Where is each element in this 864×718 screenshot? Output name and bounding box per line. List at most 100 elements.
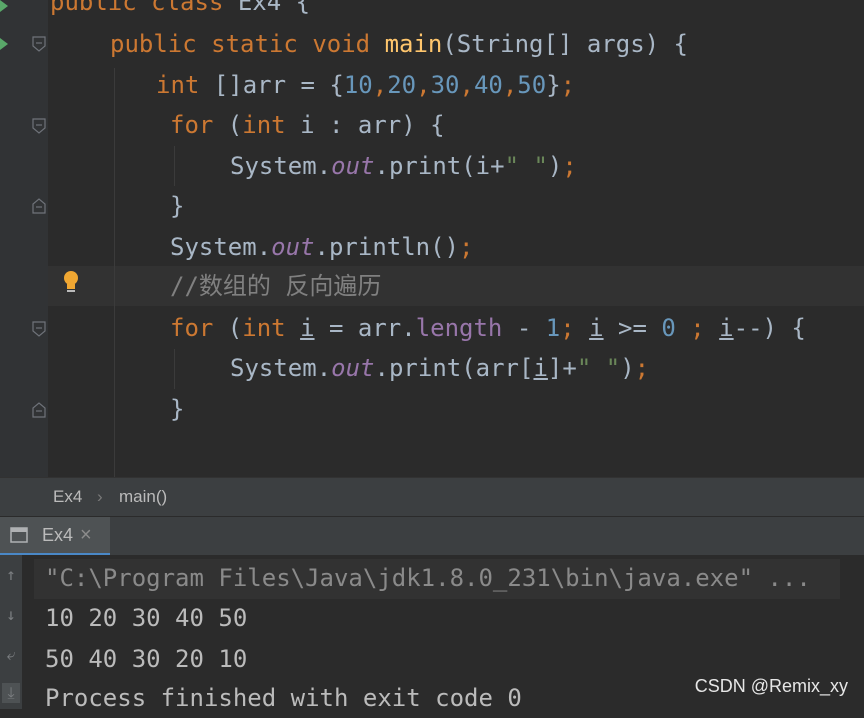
breadcrumb-separator: › <box>97 487 103 506</box>
scroll-up-icon[interactable]: ↑ <box>2 565 20 585</box>
close-icon[interactable]: × <box>80 524 92 547</box>
bulb-icon[interactable] <box>62 270 80 294</box>
fold-icon[interactable] <box>31 198 47 214</box>
number: 50 <box>517 71 547 99</box>
code-line-4[interactable]: for (int i : arr) { <box>170 105 445 145</box>
code-editor[interactable]: public class Ex4 { public static void ma… <box>0 0 864 477</box>
loop-variable: i <box>589 314 604 342</box>
run-gutter-icon[interactable] <box>0 0 8 12</box>
keyword: int <box>156 71 200 99</box>
fold-icon[interactable] <box>31 321 47 337</box>
scroll-end-icon[interactable]: ⤓ <box>2 683 20 703</box>
semicolon: ; <box>459 233 474 261</box>
brace: } <box>170 395 185 423</box>
semicolon: ; <box>634 354 650 382</box>
keyword: for <box>170 111 214 139</box>
indent-guide <box>174 146 175 186</box>
code-line-10[interactable]: System.out.print(arr[i]+" "); <box>230 348 649 388</box>
identifier: System. <box>230 354 332 382</box>
keyword: void <box>312 30 371 58</box>
call: .println() <box>314 233 460 261</box>
number: 0 <box>661 314 676 342</box>
operator: --) { <box>733 314 806 342</box>
fold-icon[interactable] <box>31 402 47 418</box>
code-line-7[interactable]: System.out.println(); <box>170 227 473 267</box>
run-tab[interactable]: Ex4 × <box>0 517 110 556</box>
semicolon: ; <box>560 314 575 342</box>
indent-guide <box>114 68 115 477</box>
number: 40 <box>473 71 503 99</box>
call: ]+ <box>547 354 577 382</box>
call: .print(i+ <box>374 152 505 180</box>
run-gutter-icon[interactable] <box>0 38 8 50</box>
loop-header: i : arr) { <box>285 111 445 139</box>
semicolon: ; <box>675 314 705 342</box>
brace: } <box>170 192 185 220</box>
console-output-line: 10 20 30 40 50 <box>45 604 248 632</box>
keyword: public <box>110 30 197 58</box>
code-line-1[interactable]: public class Ex4 { <box>50 0 310 22</box>
breadcrumb-method[interactable]: main() <box>119 487 167 507</box>
code-line-3[interactable]: int []arr = {10,20,30,40,50}; <box>156 65 575 105</box>
semicolon: ; <box>562 152 577 180</box>
field: length <box>415 314 503 342</box>
keyword: int <box>242 111 286 139</box>
string-literal: " " <box>576 354 621 382</box>
keyword: class <box>151 0 224 16</box>
console-exit-message: Process finished with exit code 0 <box>45 684 522 712</box>
keyword: int <box>242 314 286 342</box>
number: 1 <box>545 314 561 342</box>
scroll-down-icon[interactable]: ↓ <box>2 605 20 625</box>
string-literal: " " <box>504 152 548 180</box>
code-line-8[interactable]: //数组的 反向遍历 <box>170 266 381 306</box>
number: 30 <box>430 71 460 99</box>
params: (String[] args) { <box>442 30 688 58</box>
indent-guide <box>174 349 175 389</box>
code-line-5[interactable]: System.out.print(i+" "); <box>230 146 577 186</box>
semicolon: ; <box>560 71 576 99</box>
watermark: CSDN @Remix_xy <box>694 676 848 696</box>
identifier: System. <box>170 233 272 261</box>
brace: } <box>546 71 561 99</box>
run-tab-label: Ex4 <box>42 525 74 545</box>
run-toolbar: Ex4 × <box>0 516 864 556</box>
paren: ) <box>547 152 563 180</box>
breadcrumb: Ex4 › main() <box>0 477 864 517</box>
breadcrumb-class[interactable]: Ex4 <box>53 487 82 507</box>
loop-variable: i <box>719 314 734 342</box>
number: 20 <box>387 71 417 99</box>
operator: >= <box>603 314 662 342</box>
fold-icon[interactable] <box>31 36 47 52</box>
keyword: static <box>211 30 298 58</box>
code-line-2[interactable]: public static void main(String[] args) { <box>110 24 688 64</box>
keyword: public <box>50 0 137 16</box>
static-field: out <box>331 354 375 382</box>
loop-variable: i <box>533 354 548 382</box>
loop-variable: i <box>300 314 315 342</box>
console-command: "C:\Program Files\Java\jdk1.8.0_231\bin\… <box>45 564 811 592</box>
assignment: = arr. <box>314 314 416 342</box>
class-name: Ex4 <box>237 0 282 16</box>
declaration: []arr = { <box>199 71 344 99</box>
paren: ( <box>213 314 243 342</box>
run-tab-icon <box>10 527 28 543</box>
code-line-6[interactable]: } <box>170 186 184 226</box>
soft-wrap-icon[interactable]: ⤶ <box>2 645 20 665</box>
code-line-9[interactable]: for (int i = arr.length - 1; i >= 0 ; i-… <box>170 308 806 348</box>
fold-icon[interactable] <box>31 118 47 134</box>
console-output-line: 50 40 30 20 10 <box>45 645 248 673</box>
paren: ( <box>213 111 243 139</box>
identifier: System. <box>230 152 332 180</box>
method-name: main <box>384 30 443 58</box>
code-line-11[interactable]: } <box>170 389 184 429</box>
brace: { <box>281 0 311 16</box>
static-field: out <box>331 152 375 180</box>
keyword: for <box>170 314 214 342</box>
comment: //数组的 反向遍历 <box>170 272 382 300</box>
operator: - <box>502 314 546 342</box>
console-toolbar: ↑ ↓ ⤶ ⤓ <box>0 555 22 709</box>
paren: ) <box>620 354 635 382</box>
number: 10 <box>343 71 373 99</box>
call: .print(arr[ <box>374 354 534 382</box>
static-field: out <box>271 233 315 261</box>
